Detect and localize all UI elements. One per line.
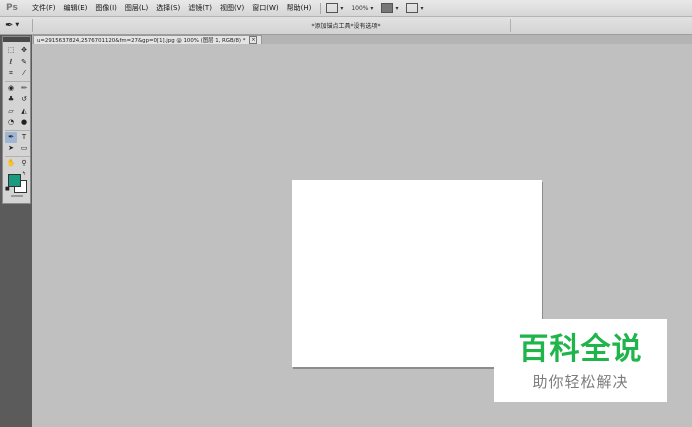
arrange-documents-dropdown[interactable]: ▾	[381, 3, 398, 13]
swap-colors-icon[interactable]: ↰	[22, 171, 26, 177]
pen-tool-icon[interactable]: ✒	[5, 131, 17, 143]
menu-file[interactable]: 文件(F)	[28, 3, 60, 13]
spot-healing-tool-icon[interactable]: ◉	[5, 83, 17, 95]
menu-image[interactable]: 图像(I)	[91, 3, 121, 13]
move-tool-icon[interactable]: ✥	[18, 45, 30, 57]
gradient-tool-icon[interactable]: ◭	[18, 106, 30, 118]
brush-tool-icon[interactable]: ✏	[18, 83, 30, 95]
menu-layer[interactable]: 图层(L)	[121, 3, 152, 13]
document-tab-title: u=2915637824,2576701120&fm=27&gp=0[1].jp…	[37, 38, 246, 44]
menu-edit[interactable]: 编辑(E)	[60, 3, 92, 13]
eyedropper-tool-icon[interactable]: ⁄	[18, 68, 30, 80]
options-hint-text: *添加锚点工具*没有选项*	[311, 23, 381, 30]
toolbox-divider	[5, 80, 30, 82]
options-bar: ✒ ▼ *添加锚点工具*没有选项*	[0, 17, 692, 35]
document-tab[interactable]: u=2915637824,2576701120&fm=27&gp=0[1].jp…	[33, 35, 263, 44]
arrange-documents-icon	[381, 3, 394, 13]
menu-divider	[320, 2, 322, 14]
menu-view[interactable]: 视图(V)	[216, 3, 248, 13]
tool-grid: ⬚ ✥ ℓ ✎ ⌗ ⁄ ◉ ✏ ♣ ↺ ▱ ◭ ◔ ● ✒ T ➤ ▭ ✋ ⚲	[3, 42, 30, 169]
quick-mask-button[interactable]	[10, 195, 23, 197]
history-brush-tool-icon[interactable]: ↺	[18, 94, 30, 106]
watermark-subtitle: 助你轻松解决	[532, 373, 629, 391]
zoom-level-value: 100%	[351, 4, 369, 12]
close-icon[interactable]: ×	[249, 36, 258, 44]
shape-tool-icon[interactable]: ▭	[18, 143, 30, 155]
menu-bar: Ps 文件(F) 编辑(E) 图像(I) 图层(L) 选择(S) 滤镜(T) 视…	[0, 0, 692, 17]
dodge-tool-icon[interactable]: ●	[18, 117, 30, 129]
color-swatches: ↰ ■	[3, 171, 30, 195]
crop-tool-icon[interactable]: ⌗	[5, 68, 17, 80]
screen-mode-icon	[326, 3, 339, 13]
workspace-icon	[406, 3, 419, 13]
screen-mode-dropdown[interactable]: ▾	[326, 3, 343, 13]
toolbox: ⬚ ✥ ℓ ✎ ⌗ ⁄ ◉ ✏ ♣ ↺ ▱ ◭ ◔ ● ✒ T ➤ ▭ ✋ ⚲ ↰ ■	[2, 36, 31, 204]
marquee-tool-icon[interactable]: ⬚	[5, 45, 17, 57]
menu-window[interactable]: 窗口(W)	[248, 3, 282, 13]
clone-stamp-tool-icon[interactable]: ♣	[5, 94, 17, 106]
toolbox-divider	[5, 129, 30, 131]
eraser-tool-icon[interactable]: ▱	[5, 106, 17, 118]
workspace-dropdown[interactable]: ▾	[406, 3, 423, 13]
lasso-tool-icon[interactable]: ℓ	[5, 57, 17, 69]
zoom-level-dropdown[interactable]: 100% ▾	[351, 5, 373, 12]
hand-tool-icon[interactable]: ✋	[5, 158, 17, 170]
options-divider-right	[510, 19, 511, 32]
path-selection-tool-icon[interactable]: ➤	[5, 143, 17, 155]
watermark: 百科全说 助你轻松解决	[494, 319, 667, 402]
foreground-color-swatch[interactable]	[8, 174, 21, 187]
watermark-title: 百科全说	[518, 332, 643, 367]
photoshop-logo: Ps	[6, 3, 18, 13]
menu-help[interactable]: 帮助(H)	[283, 3, 316, 13]
menu-filter[interactable]: 滤镜(T)	[184, 3, 216, 13]
menu-select[interactable]: 选择(S)	[152, 3, 184, 13]
toolbox-divider	[5, 155, 30, 157]
quick-selection-tool-icon[interactable]: ✎	[18, 57, 30, 69]
zoom-tool-icon[interactable]: ⚲	[18, 158, 30, 170]
blur-tool-icon[interactable]: ◔	[5, 117, 17, 129]
type-tool-icon[interactable]: T	[18, 132, 30, 144]
